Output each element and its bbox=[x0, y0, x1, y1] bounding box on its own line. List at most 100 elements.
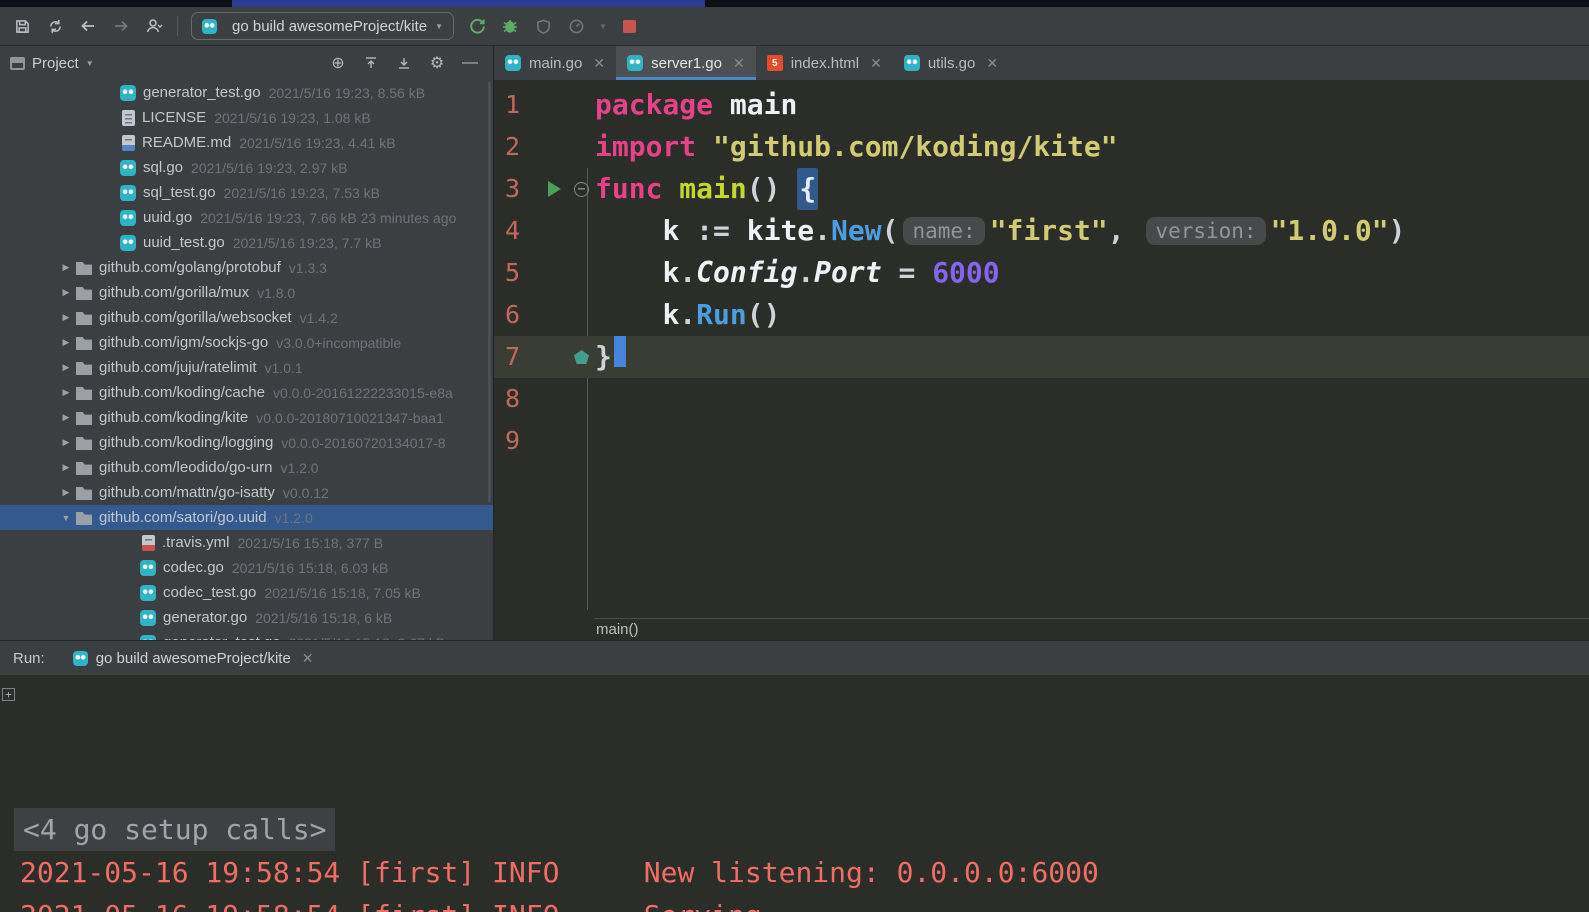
run-tab[interactable]: go build awesomeProject/kite ✕ bbox=[72, 650, 314, 667]
code-token: () bbox=[746, 298, 781, 331]
tab-server1-go[interactable]: server1.go ✕ bbox=[616, 46, 756, 80]
scroll-to-source-icon[interactable] bbox=[391, 52, 417, 74]
chevron-right-icon[interactable]: ▶ bbox=[56, 437, 76, 448]
chevron-right-icon[interactable]: ▶ bbox=[56, 387, 76, 398]
chevron-right-icon[interactable]: ▶ bbox=[56, 362, 76, 373]
run-panel-label: Run: bbox=[13, 649, 45, 667]
close-icon[interactable]: ✕ bbox=[986, 55, 998, 72]
close-icon[interactable]: ✕ bbox=[593, 55, 605, 72]
console-folded-region[interactable]: <4 go setup calls> bbox=[14, 808, 1589, 851]
enclosing-function-label[interactable]: main() bbox=[596, 621, 639, 638]
chevron-down-icon[interactable]: ▼ bbox=[56, 513, 76, 523]
forward-icon[interactable] bbox=[111, 16, 131, 36]
folded-text[interactable]: <4 go setup calls> bbox=[14, 808, 336, 851]
code-editor[interactable]: 1 package main 2 import "github.com/koding/… bbox=[494, 80, 1589, 618]
chevron-right-icon[interactable]: ▶ bbox=[56, 462, 76, 473]
tree-item[interactable]: ▶ github.com/koding/logging v0.0.0-2016072… bbox=[0, 430, 493, 455]
chevron-right-icon[interactable]: ▶ bbox=[56, 262, 76, 273]
tree-item[interactable]: generator_test.go 2021/5/16 15:18, 3.67 k… bbox=[0, 630, 493, 640]
profiler-icon[interactable] bbox=[566, 16, 586, 36]
code-line[interactable]: 2 import "github.com/koding/kite" bbox=[494, 126, 1589, 168]
tree-item[interactable]: ▶ github.com/koding/cache v0.0.0-201612222… bbox=[0, 380, 493, 405]
hide-panel-icon[interactable]: — bbox=[457, 52, 483, 74]
gear-icon[interactable]: ⚙ bbox=[424, 52, 450, 74]
close-icon[interactable]: ✕ bbox=[302, 650, 314, 667]
close-icon[interactable]: ✕ bbox=[733, 55, 745, 72]
tree-item[interactable]: generator_test.go 2021/5/16 19:23, 8.56 k… bbox=[0, 80, 493, 105]
stop-button[interactable] bbox=[620, 16, 640, 36]
chevron-down-icon: ▼ bbox=[435, 21, 444, 31]
tree-item[interactable]: generator.go 2021/5/16 15:18, 6 kB bbox=[0, 605, 493, 630]
chevron-right-icon[interactable]: ▶ bbox=[56, 287, 76, 298]
run-button[interactable] bbox=[467, 16, 487, 36]
tree-item-label: sql_test.go bbox=[143, 184, 216, 201]
tree-item[interactable]: ▶ github.com/koding/kite v0.0.0-2018071002… bbox=[0, 405, 493, 430]
tree-item[interactable]: ▶ github.com/gorilla/mux v1.8.0 bbox=[0, 280, 493, 305]
tree-item[interactable]: sql.go 2021/5/16 19:23, 2.97 kB bbox=[0, 155, 493, 180]
console-lines: <4 go setup calls> 2021-05-16 19:58:54 [f… bbox=[14, 808, 1589, 912]
coverage-icon[interactable] bbox=[533, 16, 553, 36]
tree-item-label: github.com/gorilla/mux bbox=[99, 284, 250, 301]
user-icon[interactable] bbox=[144, 16, 164, 36]
back-icon[interactable] bbox=[78, 16, 98, 36]
collapse-all-icon[interactable] bbox=[358, 52, 384, 74]
run-main-icon[interactable] bbox=[548, 181, 561, 197]
project-view-chevron-icon[interactable]: ▼ bbox=[86, 59, 94, 68]
code-token: Config bbox=[696, 256, 798, 289]
tab-utils-go[interactable]: utils.go ✕ bbox=[893, 46, 1009, 80]
sync-icon[interactable] bbox=[45, 16, 65, 36]
code-token: () bbox=[746, 172, 798, 205]
save-icon[interactable] bbox=[12, 16, 32, 36]
line-number: 6 bbox=[505, 300, 521, 329]
tree-item-meta: v0.0.0-20160720134017-8 bbox=[281, 434, 446, 451]
chevron-right-icon[interactable]: ▶ bbox=[56, 337, 76, 348]
tab-index-html[interactable]: 5 index.html ✕ bbox=[756, 46, 893, 80]
tree-item[interactable]: .travis.yml 2021/5/16 15:18, 377 B bbox=[0, 530, 493, 555]
tree-item[interactable]: uuid.go 2021/5/16 19:23, 7.66 kB 23 minut… bbox=[0, 205, 493, 230]
fold-icon[interactable] bbox=[574, 181, 589, 197]
code-line[interactable]: 6 k. Run() bbox=[494, 294, 1589, 336]
close-icon[interactable]: ✕ bbox=[870, 55, 882, 72]
gutter-slot bbox=[568, 210, 595, 252]
tree-item[interactable]: codec.go 2021/5/16 15:18, 6.03 kB bbox=[0, 555, 493, 580]
tree-item[interactable]: ▶ github.com/juju/ratelimit v1.0.1 bbox=[0, 355, 493, 380]
yml-file-icon bbox=[142, 534, 155, 551]
code-line[interactable]: 9 bbox=[494, 420, 1589, 462]
tree-item[interactable]: ▶ github.com/leodido/go-urn v1.2.0 bbox=[0, 455, 493, 480]
tree-item[interactable]: ▶ github.com/golang/protobuf v1.3.3 bbox=[0, 255, 493, 280]
tree-item[interactable]: sql_test.go 2021/5/16 19:23, 7.53 kB bbox=[0, 180, 493, 205]
tree-item[interactable]: ▶ github.com/gorilla/websocket v1.4.2 bbox=[0, 305, 493, 330]
locate-file-icon[interactable]: ⊕ bbox=[325, 52, 351, 74]
tree-item[interactable]: ▶ github.com/mattn/go-isatty v0.0.12 bbox=[0, 480, 493, 505]
console-log-line: 2021-05-16 19:58:54 [first] INFO Serving… bbox=[20, 894, 1589, 912]
bookmark-icon[interactable] bbox=[574, 350, 589, 364]
code-line[interactable]: 4 k := kite. New(name: "first", version: "1… bbox=[494, 210, 1589, 252]
project-panel-title[interactable]: Project bbox=[32, 55, 79, 72]
tree-item[interactable]: ▼ github.com/satori/go.uuid v1.2.0 bbox=[0, 505, 493, 530]
run-config-select[interactable]: go build awesomeProject/kite ▼ bbox=[191, 12, 455, 40]
tab-main-go[interactable]: main.go ✕ bbox=[494, 46, 616, 80]
code-token: . bbox=[797, 256, 815, 289]
code-token: 6000 bbox=[932, 256, 1000, 289]
project-scrollbar[interactable] bbox=[488, 82, 491, 502]
code-line[interactable]: 3 func main() { bbox=[494, 168, 1589, 210]
chevron-right-icon[interactable]: ▶ bbox=[56, 312, 76, 323]
fold-expand-icon[interactable]: + bbox=[2, 688, 15, 701]
tree-item-label: github.com/golang/protobuf bbox=[99, 259, 281, 276]
tree-item[interactable]: uuid_test.go 2021/5/16 19:23, 7.7 kB bbox=[0, 230, 493, 255]
more-tools-chevron-icon[interactable]: ▼ bbox=[599, 22, 607, 31]
code-line[interactable]: 1 package main bbox=[494, 84, 1589, 126]
code-line[interactable]: 5 k. Config. Port = 6000 bbox=[494, 252, 1589, 294]
tree-item[interactable]: codec_test.go 2021/5/16 15:18, 7.05 kB bbox=[0, 580, 493, 605]
code-token: New bbox=[831, 214, 882, 247]
code-line[interactable]: 7} bbox=[494, 336, 1589, 378]
tree-item-label: uuid.go bbox=[143, 209, 193, 226]
tree-item[interactable]: ▶ github.com/igm/sockjs-go v3.0.0+incompat… bbox=[0, 330, 493, 355]
tree-item[interactable]: LICENSE 2021/5/16 19:23, 1.08 kB bbox=[0, 105, 493, 130]
tree-item[interactable]: README.md 2021/5/16 19:23, 4.41 kB bbox=[0, 130, 493, 155]
debug-button[interactable] bbox=[500, 16, 520, 36]
chevron-right-icon[interactable]: ▶ bbox=[56, 412, 76, 423]
code-line[interactable]: 8 bbox=[494, 378, 1589, 420]
chevron-right-icon[interactable]: ▶ bbox=[56, 487, 76, 498]
tab-label: index.html bbox=[790, 54, 860, 72]
